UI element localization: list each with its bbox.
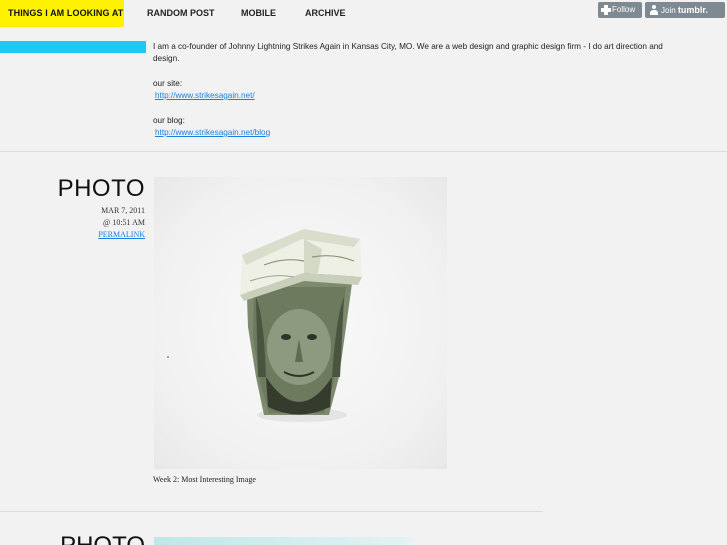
post-photo[interactable] — [154, 177, 447, 469]
tumblr-logo: tumblr. — [677, 5, 708, 15]
blog-title[interactable]: THINGS I AM LOOKING AT — [0, 0, 124, 27]
description-intro: I am a co-founder of Johnny Lightning St… — [153, 42, 663, 63]
folded-dollar-face-image — [167, 229, 362, 422]
follow-button[interactable]: Follow — [598, 2, 642, 18]
post-time: @ 10:51 AM — [102, 218, 145, 227]
post-type-label: PHOTO — [60, 532, 145, 545]
blog-label: our blog: — [153, 116, 185, 125]
divider — [0, 151, 727, 152]
post-caption: Week 2: Most Interesting Image — [153, 475, 256, 484]
divider — [0, 511, 543, 512]
post-type-label: PHOTO — [57, 175, 145, 202]
plus-icon — [601, 5, 611, 15]
site-link[interactable]: http://www.strikesagain.net/ — [155, 90, 255, 102]
site-label: our site: — [153, 79, 183, 88]
top-nav: THINGS I AM LOOKING AT RANDOM POST MOBIL… — [0, 0, 727, 27]
follow-label: Follow — [612, 5, 636, 14]
nav-archive[interactable]: ARCHIVE — [305, 0, 346, 27]
permalink-link[interactable]: PERMALINK — [98, 230, 145, 239]
post-photo[interactable] — [154, 537, 412, 545]
blog-description: I am a co-founder of Johnny Lightning St… — [153, 41, 683, 139]
blog-link[interactable]: http://www.strikesagain.net/blog — [155, 127, 270, 139]
join-tumblr-button[interactable]: Join tumblr. — [645, 2, 725, 18]
join-label: Join — [661, 6, 676, 15]
nav-mobile[interactable]: MOBILE — [241, 0, 276, 27]
accent-bar — [0, 41, 146, 53]
post-date: MAR 7, 2011 — [101, 206, 145, 215]
user-icon — [650, 5, 658, 15]
nav-random-post[interactable]: RANDOM POST — [147, 0, 215, 27]
